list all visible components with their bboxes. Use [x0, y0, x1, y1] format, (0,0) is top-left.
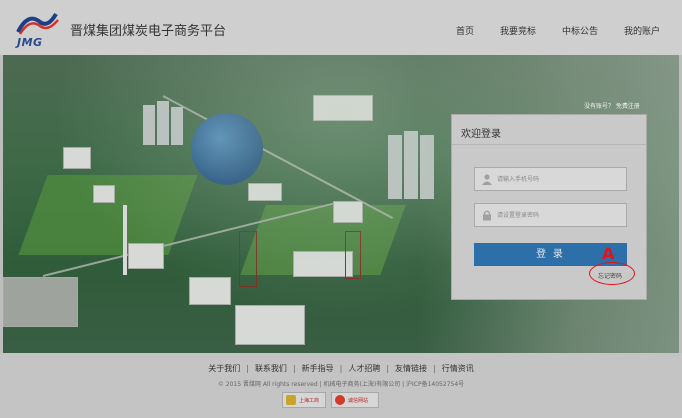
username-field[interactable] [474, 167, 627, 191]
main-nav: 首页 我要竞标 中标公告 我的账户 [430, 24, 660, 37]
login-title: 欢迎登录 [461, 129, 501, 140]
footer-link-about[interactable]: 关于我们 [208, 364, 240, 373]
username-input[interactable] [497, 171, 622, 187]
badge-label: 上海工商 [299, 397, 320, 404]
footer-link-contact[interactable]: 联系我们 [255, 364, 287, 373]
register-link[interactable]: 没有账号？ 免费注册 [584, 101, 640, 110]
footer-link-partners[interactable]: 友情链接 [395, 364, 427, 373]
logo-waves-icon [16, 12, 59, 35]
nav-home[interactable]: 首页 [456, 24, 474, 37]
seal-icon [335, 395, 345, 405]
password-field[interactable] [474, 203, 627, 227]
trusted-site-badge[interactable]: 诚信网站 [331, 392, 379, 408]
business-license-badge[interactable]: 上海工商 [282, 392, 326, 408]
copyright-text: © 2015 晋煤网 All rights reserved | 机械电子商务(… [217, 381, 465, 388]
site-logo[interactable]: JMG [14, 8, 60, 49]
annotation-circle [589, 262, 635, 285]
badge-label: 诚信网站 [348, 397, 369, 404]
site-title: 晋煤集团煤炭电子商务平台 [70, 24, 227, 39]
site-header: JMG 晋煤集团煤炭电子商务平台 首页 我要竞标 中标公告 我的账户 [0, 0, 682, 55]
site-footer: 关于我们 | 联系我们 | 新手指导 | 人才招聘 | 友情链接 | 行情资讯 © 2015 晋煤网… [0, 353, 682, 418]
footer-link-guide[interactable]: 新手指导 [302, 364, 334, 373]
footer-link-careers[interactable]: 人才招聘 [348, 364, 380, 373]
nav-award-notices[interactable]: 中标公告 [562, 24, 598, 37]
emblem-icon [286, 395, 296, 405]
footer-link-market[interactable]: 行情资讯 [442, 364, 474, 373]
logo-text: JMG [17, 36, 43, 49]
password-input[interactable] [497, 207, 622, 223]
footer-links: 关于我们 | 联系我们 | 新手指导 | 人才招聘 | 友情链接 | 行情资讯 [208, 364, 474, 373]
user-icon [481, 173, 493, 185]
nav-my-account[interactable]: 我的账户 [624, 24, 660, 37]
divider [452, 144, 646, 145]
annotation-label: A [602, 244, 615, 263]
lock-icon [481, 209, 493, 221]
nav-bidding[interactable]: 我要竞标 [500, 24, 536, 37]
